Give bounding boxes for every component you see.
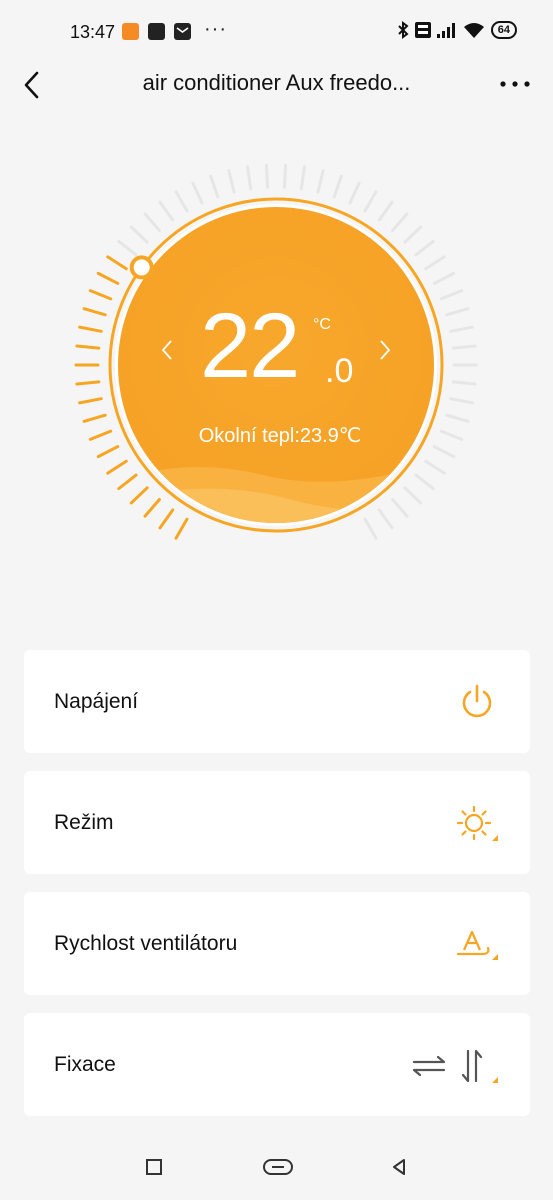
dial-tick xyxy=(439,429,464,441)
dropdown-corner-icon xyxy=(492,954,498,960)
dial-tick xyxy=(158,508,175,530)
dial-tick xyxy=(403,225,423,244)
more-dots-icon xyxy=(500,81,530,87)
dial-tick xyxy=(191,181,204,205)
dial-tick xyxy=(158,200,175,222)
dial-tick xyxy=(377,508,394,530)
decrease-temp-button[interactable] xyxy=(160,338,174,369)
dial-tick xyxy=(227,169,236,194)
dial-tick xyxy=(264,163,270,189)
mail-notification-icon xyxy=(174,23,191,40)
dial-tick xyxy=(403,486,423,505)
dial-tick xyxy=(451,380,477,386)
dial-tick xyxy=(445,413,470,423)
dial-tick xyxy=(348,181,361,205)
dial-tick xyxy=(432,271,456,285)
dial-tick xyxy=(143,212,161,232)
dial-tick xyxy=(377,200,394,222)
dial-tick xyxy=(299,165,306,191)
dial-tick xyxy=(78,325,103,333)
dial-tick xyxy=(449,397,474,405)
dial-tick xyxy=(209,174,220,199)
more-notifications-icon: ··· xyxy=(204,18,227,40)
set-temperature-decimal: .0 xyxy=(325,352,354,390)
more-options-button[interactable] xyxy=(499,68,531,96)
dial-tick xyxy=(363,517,378,540)
dial-tick xyxy=(143,498,161,518)
shopping-notification-icon xyxy=(148,23,165,40)
dial-tick xyxy=(117,473,138,491)
temperature-unit: °C xyxy=(313,316,331,333)
ambient-temperature: Okolní tepl:23.9℃ xyxy=(198,425,362,447)
chevron-left-icon xyxy=(161,340,172,360)
dial-tick xyxy=(82,413,107,423)
dial-tick xyxy=(451,344,477,350)
dial-tick xyxy=(391,212,409,232)
dial-tick xyxy=(117,239,138,257)
dial-tick xyxy=(414,473,435,491)
fan-speed-card[interactable]: Rychlost ventilátoru xyxy=(24,892,530,995)
chevron-right-icon xyxy=(380,340,391,360)
sun-icon xyxy=(456,805,498,841)
vertical-swing-icon xyxy=(461,1049,498,1083)
power-icon xyxy=(462,684,492,718)
dial-tick xyxy=(332,174,343,199)
dial-tick xyxy=(78,397,103,405)
bluetooth-icon xyxy=(398,21,409,39)
dial-tick xyxy=(432,445,456,459)
power-label: Napájení xyxy=(54,690,139,713)
dial-tick xyxy=(75,380,101,386)
fan-speed-label: Rychlost ventilátoru xyxy=(54,932,238,955)
recent-apps-button[interactable] xyxy=(145,1158,163,1176)
dial-handle[interactable] xyxy=(129,255,154,280)
home-button[interactable] xyxy=(262,1157,294,1177)
back-nav-button[interactable] xyxy=(390,1157,408,1177)
dial-tick xyxy=(106,459,128,475)
dial-tick xyxy=(88,289,113,301)
dial-tick xyxy=(246,165,253,191)
set-temperature: 22 xyxy=(200,295,300,397)
fan-auto-icon xyxy=(456,930,498,960)
dial-tick xyxy=(449,325,474,333)
battery-level: 64 xyxy=(497,24,510,36)
chevron-left-icon xyxy=(24,71,39,99)
increase-temp-button[interactable] xyxy=(378,338,392,369)
dropdown-corner-icon xyxy=(492,835,498,841)
dial-tick xyxy=(282,163,288,189)
volte-icon xyxy=(414,22,431,38)
swing-label: Fixace xyxy=(54,1053,116,1076)
dial-tick xyxy=(316,169,325,194)
dial-tick xyxy=(96,271,120,285)
dial-tick xyxy=(129,486,149,505)
dial-tick xyxy=(174,190,189,213)
dial-tick xyxy=(174,517,189,540)
status-icons: 64 xyxy=(397,21,517,39)
signal-icon xyxy=(436,23,455,38)
dial-tick xyxy=(106,255,128,271)
power-card[interactable]: Napájení xyxy=(24,650,530,753)
status-time: 13:47 xyxy=(70,22,116,42)
swing-card[interactable]: Fixace xyxy=(24,1013,530,1116)
dial-tick xyxy=(424,459,446,475)
mode-card[interactable]: Režim xyxy=(24,771,530,874)
dial-tick xyxy=(445,307,470,317)
dial-tick xyxy=(414,239,435,257)
wifi-icon xyxy=(463,23,484,38)
dial-tick xyxy=(363,190,378,213)
mode-label: Režim xyxy=(54,811,114,834)
dial-tick xyxy=(88,429,113,441)
dial-tick xyxy=(439,289,464,301)
dial-tick xyxy=(96,445,120,459)
dial-tick xyxy=(75,344,101,350)
app-notification-icon xyxy=(122,23,139,40)
battery-icon: 64 xyxy=(490,21,517,39)
dial-tick xyxy=(82,307,107,317)
dial-tick xyxy=(424,255,446,271)
back-button[interactable] xyxy=(18,70,48,100)
dial-tick xyxy=(391,498,409,518)
page-title: air conditioner Aux freedo... xyxy=(142,70,411,95)
dial-tick xyxy=(129,225,149,244)
dropdown-corner-icon xyxy=(492,1077,498,1083)
horizontal-swing-icon xyxy=(412,1055,446,1077)
